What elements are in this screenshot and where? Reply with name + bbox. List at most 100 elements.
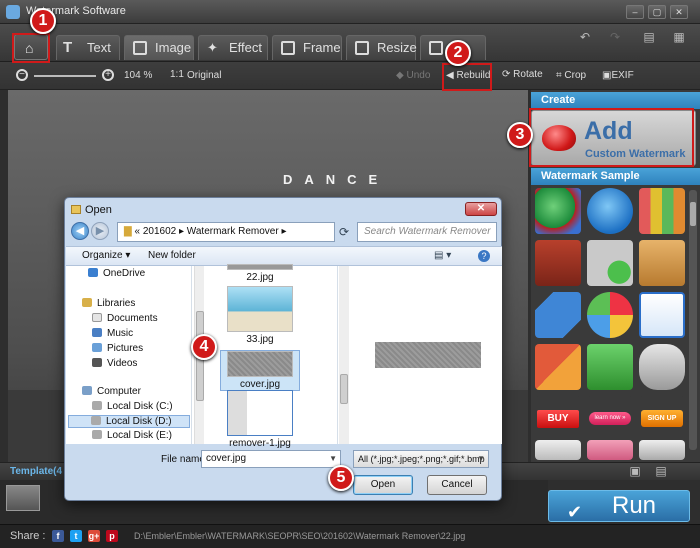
file-label: 22.jpg xyxy=(246,272,274,283)
address-segment-201602[interactable]: 201602 xyxy=(143,226,176,237)
tree-item-computer[interactable]: Computer xyxy=(82,386,141,397)
file-item[interactable]: remover-1.jpg xyxy=(220,390,300,449)
zoom-slider[interactable] xyxy=(34,75,96,77)
forward-icon[interactable]: ▶ xyxy=(91,222,109,240)
redo-icon[interactable]: ↷ xyxy=(606,30,624,46)
filename-input[interactable]: cover.jpg ▼ xyxy=(201,450,341,468)
file-item[interactable]: 33.jpg xyxy=(220,286,300,345)
run-button[interactable]: ✔ Run xyxy=(548,490,690,522)
chevron-down-icon[interactable]: ▼ xyxy=(329,451,337,467)
dialog-close-button[interactable]: ✕ xyxy=(465,202,497,216)
pie-chart-blue-icon[interactable] xyxy=(587,188,633,234)
tab-bar: T Text Image ✦ Effect Frame Resize Re ↶ … xyxy=(0,24,700,62)
tree-item-music[interactable]: Music xyxy=(92,328,133,339)
back-icon[interactable]: ◀ xyxy=(71,222,89,240)
view-icon[interactable]: ▤ ▾ xyxy=(434,250,451,261)
pinterest-icon[interactable]: p xyxy=(106,530,118,542)
grid-icon[interactable]: ▦ xyxy=(670,30,688,46)
facebook-icon[interactable]: f xyxy=(52,530,64,542)
minimize-button[interactable]: – xyxy=(626,5,644,19)
shopping-cart-plus-icon[interactable] xyxy=(587,240,633,286)
crop-button[interactable]: ⌗ Crop xyxy=(556,70,586,81)
rotate-button[interactable]: ⟳ Rotate xyxy=(502,69,543,80)
tab-text-label: Text xyxy=(87,40,111,55)
template-thumbnail[interactable] xyxy=(6,485,40,511)
chat-icon[interactable]: ▤ xyxy=(640,30,658,46)
address-separator: ▸ xyxy=(178,226,185,237)
box-package-icon[interactable] xyxy=(639,240,685,286)
tree-item-onedrive[interactable]: OneDrive xyxy=(88,268,145,279)
pie-chart-colorful-icon[interactable] xyxy=(587,292,633,338)
file-item-selected[interactable]: cover.jpg xyxy=(220,350,300,391)
refresh-icon[interactable]: ⟳ xyxy=(339,225,349,239)
cancel-button[interactable]: Cancel xyxy=(427,475,487,495)
file-thumbnail xyxy=(227,286,293,332)
zoom-out-icon[interactable]: − xyxy=(16,69,28,81)
twitter-icon[interactable]: t xyxy=(70,530,82,542)
exif-button[interactable]: ▣EXIF xyxy=(602,70,634,81)
help-icon[interactable]: ? xyxy=(478,250,490,262)
shopping-basket-icon[interactable] xyxy=(587,344,633,390)
save-template-icon[interactable]: ▣ xyxy=(626,464,644,480)
remove-icon xyxy=(429,41,443,55)
maximize-button[interactable]: ▢ xyxy=(648,5,666,19)
tree-item-libraries[interactable]: Libraries xyxy=(82,298,135,309)
tree-item-disk-c[interactable]: Local Disk (C:) xyxy=(92,401,173,412)
sample-scroll-thumb[interactable] xyxy=(690,202,696,226)
tab-frame[interactable]: Frame xyxy=(272,35,342,60)
tree-item-documents[interactable]: Documents xyxy=(92,313,158,324)
scissors-icon[interactable] xyxy=(535,440,581,460)
sign-pink-icon[interactable] xyxy=(587,440,633,460)
open-button[interactable]: Open xyxy=(353,475,413,495)
tab-resize[interactable]: Resize xyxy=(346,35,417,60)
buy-button-sample[interactable]: BUY xyxy=(535,396,581,442)
text-icon: T xyxy=(63,39,73,56)
address-bar[interactable]: ▇ « 201602 ▸ Watermark Remover ▸ xyxy=(117,222,335,242)
organize-button[interactable]: Organize ▾ xyxy=(82,250,130,261)
file-scrollbar[interactable] xyxy=(339,266,349,444)
pie-chart-3d-icon[interactable] xyxy=(535,188,581,234)
new-folder-button[interactable]: New folder xyxy=(148,250,196,261)
tree-item-disk-e[interactable]: Local Disk (E:) xyxy=(92,430,172,441)
file-scroll-thumb[interactable] xyxy=(340,374,348,404)
original-button[interactable]: Original xyxy=(187,70,221,81)
create-heading: Create xyxy=(531,92,700,109)
tree-item-pictures[interactable]: Pictures xyxy=(92,343,143,354)
file-item[interactable]: 22.jpg xyxy=(220,264,300,283)
dollar-coin-icon[interactable] xyxy=(639,440,685,460)
sign-up-button-sample[interactable]: SIGN UP xyxy=(639,396,685,442)
preview-pane xyxy=(349,266,502,444)
run-label: Run xyxy=(611,492,657,519)
undo-icon[interactable]: ↶ xyxy=(576,30,594,46)
tag-blue-icon[interactable] xyxy=(535,292,581,338)
tree-item-disk-d[interactable]: Local Disk (D:) xyxy=(68,415,190,428)
learn-now-button-sample[interactable]: learn now » xyxy=(587,396,633,442)
file-type-select[interactable]: All (*.jpg;*.jpeg;*.png;*.gif;*.bmp ▼ xyxy=(353,450,489,468)
search-input[interactable]: Search Watermark Remover xyxy=(357,222,497,242)
undo-button[interactable]: ◆ Undo xyxy=(396,70,430,81)
tab-effect[interactable]: ✦ Effect xyxy=(198,35,268,60)
libraries-icon xyxy=(82,298,92,307)
tab-frame-label: Frame xyxy=(303,40,341,55)
zoom-in-icon[interactable]: + xyxy=(102,69,114,81)
sample-scrollbar[interactable] xyxy=(689,190,697,450)
tree-item-videos[interactable]: Videos xyxy=(92,358,137,369)
mail-envelope-icon[interactable] xyxy=(639,292,685,338)
close-button[interactable]: ✕ xyxy=(670,5,688,19)
template-list-icon[interactable]: ▤ xyxy=(652,464,670,480)
google-plus-icon[interactable]: g+ xyxy=(88,530,100,542)
tree-label: Local Disk (E:) xyxy=(107,430,173,441)
callout-3: 3 xyxy=(507,122,533,148)
sale-tag-icon[interactable] xyxy=(535,344,581,390)
books-icon[interactable] xyxy=(535,240,581,286)
original-icon[interactable]: 1:1 xyxy=(170,69,184,80)
tab-image[interactable]: Image xyxy=(124,35,194,60)
tree-label: OneDrive xyxy=(103,268,146,279)
documents-icon xyxy=(92,313,102,322)
database-arrow-icon[interactable] xyxy=(639,344,685,390)
file-path: D:\Embler\Embler\WATERMARK\SEOPR\SEO\201… xyxy=(134,531,466,541)
price-tags-icon[interactable] xyxy=(639,188,685,234)
address-segment-watermark-remover[interactable]: Watermark Remover xyxy=(187,226,279,237)
tab-text[interactable]: T Text xyxy=(56,35,120,60)
tab-image-label: Image xyxy=(155,40,192,55)
